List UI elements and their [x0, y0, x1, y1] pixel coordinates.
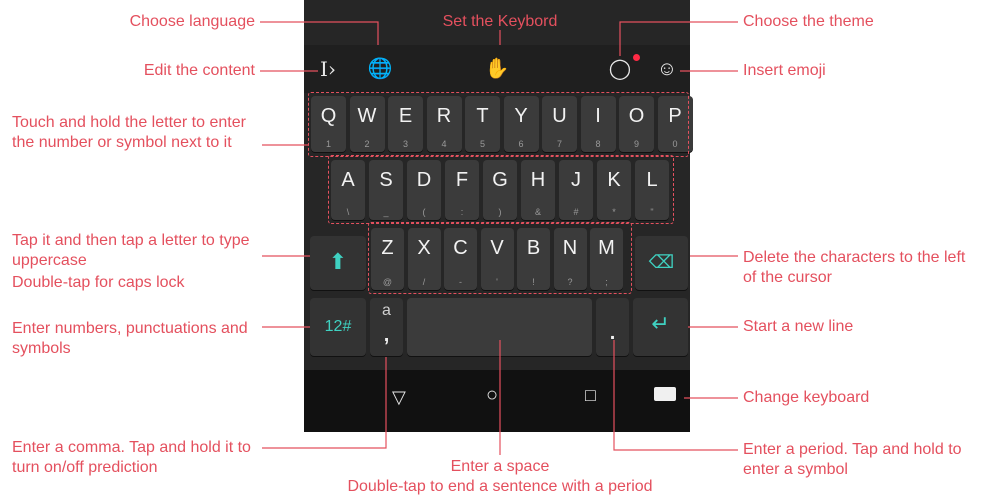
- callout-caps-lock: Double-tap for caps lock: [12, 274, 185, 291]
- callout-choose-language: Choose language: [129, 13, 255, 30]
- callout-set-keyboard: Set the Keybord: [442, 13, 558, 30]
- shift-arrow-icon: ⬆: [328, 249, 348, 274]
- emoji-icon[interactable]: ☺: [653, 57, 681, 81]
- shift-key[interactable]: ⬆: [310, 236, 366, 290]
- period-key[interactable]: .: [596, 298, 629, 356]
- gesture-hand-icon[interactable]: ✋: [483, 57, 511, 81]
- recents-square-icon[interactable]: □: [585, 385, 596, 406]
- callout-choose-theme: Choose the theme: [743, 13, 874, 30]
- keyboard-toolbar: I› 🌐 ✋ ◯ ☺: [304, 45, 690, 93]
- highlight-row3: [368, 222, 632, 294]
- numbers-key[interactable]: 12#: [310, 298, 366, 356]
- highlight-row1: [308, 92, 689, 157]
- space-key[interactable]: [407, 298, 592, 356]
- text-cursor-icon[interactable]: I›: [314, 57, 342, 81]
- callout-change-keyboard: Change keyboard: [743, 389, 870, 406]
- callout-new-line: Start a new line: [743, 318, 854, 335]
- numbers-key-label: 12#: [324, 318, 352, 335]
- backspace-key[interactable]: ⌫: [635, 236, 688, 290]
- notification-dot: [633, 54, 640, 61]
- prediction-icon: a: [382, 302, 391, 319]
- callout-edit-content: Edit the content: [143, 62, 255, 79]
- callout-period: Enter a period. Tap and hold to enter a …: [743, 441, 962, 478]
- highlight-row2: [328, 155, 674, 224]
- callout-space-double: Double-tap to end a sentence with a peri…: [347, 478, 653, 495]
- keyboard-switch-icon[interactable]: [654, 387, 676, 401]
- globe-icon[interactable]: 🌐: [366, 57, 394, 81]
- navigation-bar: ▽ ○ □: [304, 370, 690, 432]
- period-label: .: [609, 322, 616, 344]
- enter-icon: ↵: [651, 311, 670, 336]
- callout-tap-uppercase: Tap it and then tap a letter to type upp…: [12, 232, 250, 269]
- home-circle-icon[interactable]: ○: [486, 384, 498, 407]
- callout-touch-hold: Touch and hold the letter to enter the n…: [12, 114, 246, 151]
- callout-comma: Enter a comma. Tap and hold it to turn o…: [12, 439, 251, 476]
- callout-space: Enter a space: [450, 458, 550, 475]
- enter-key[interactable]: ↵: [633, 298, 688, 356]
- comma-key[interactable]: a ,: [370, 298, 403, 356]
- theme-shirt-icon[interactable]: ◯: [606, 57, 634, 81]
- callout-delete: Delete the characters to the left of the…: [743, 249, 966, 286]
- callout-insert-emoji: Insert emoji: [743, 62, 826, 79]
- back-triangle-icon[interactable]: ▽: [392, 387, 406, 408]
- callout-enter-numbers: Enter numbers, punctuations and symbols: [12, 320, 248, 357]
- comma-label: ,: [383, 324, 390, 346]
- backspace-icon: ⌫: [648, 252, 675, 272]
